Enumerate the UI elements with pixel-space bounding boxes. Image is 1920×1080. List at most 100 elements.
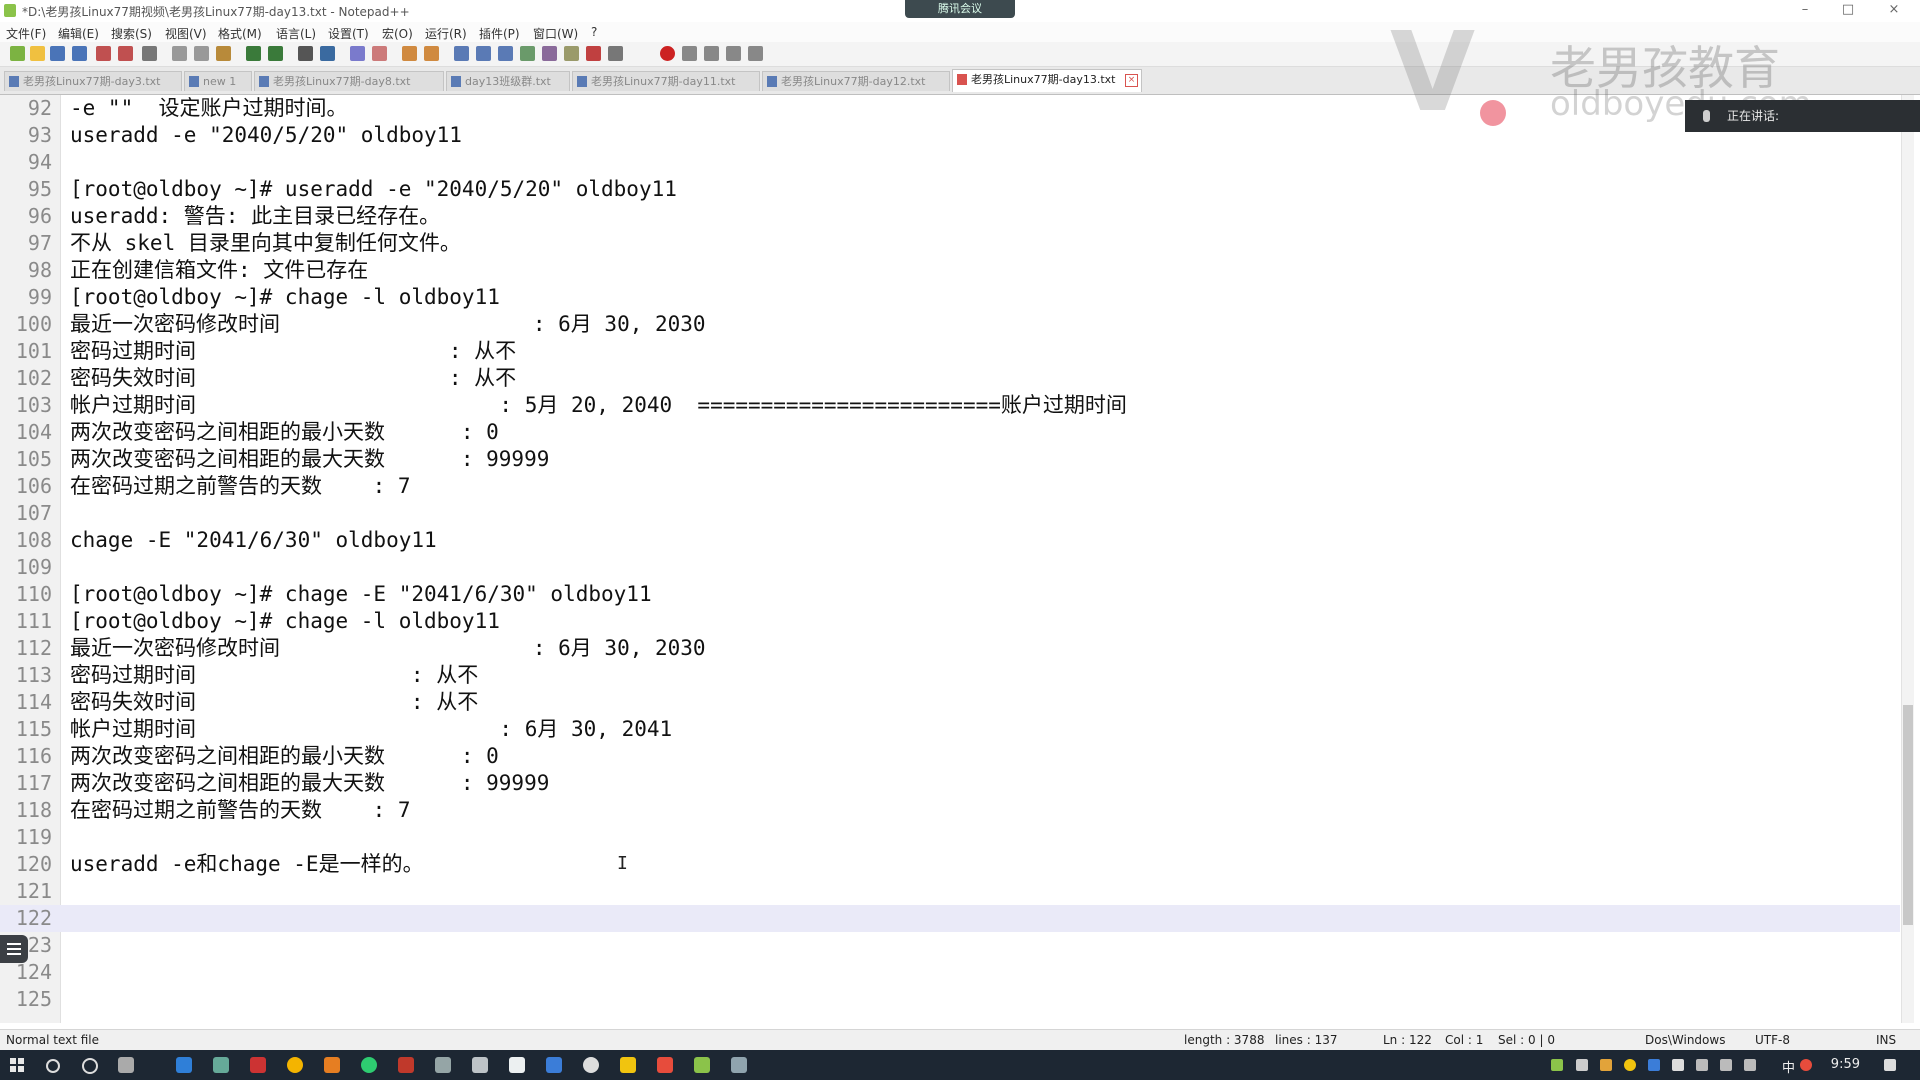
tab-class-group[interactable]: day13班级群.txt xyxy=(446,71,570,91)
code-line[interactable]: 95 [root@oldboy ~]# useradd -e "2040/5/20… xyxy=(0,176,1900,203)
function-list-icon[interactable] xyxy=(542,46,557,61)
document-map-icon[interactable] xyxy=(520,46,535,61)
menu-view[interactable]: 视图(V) xyxy=(165,25,207,42)
stop-macro-icon[interactable] xyxy=(682,46,697,61)
xmind-icon[interactable] xyxy=(657,1057,673,1073)
notification-center-icon[interactable] xyxy=(1884,1059,1896,1071)
maximize-button[interactable]: □ xyxy=(1838,2,1858,17)
menu-help[interactable]: ? xyxy=(591,25,597,39)
tab-day3[interactable]: 老男孩Linux77期-day3.txt xyxy=(4,71,182,91)
undo-icon[interactable] xyxy=(246,46,261,61)
cortana-icon[interactable] xyxy=(82,1058,98,1074)
code-line[interactable]: 120 useradd -e和chage -E是一样的。 xyxy=(0,851,1900,878)
tray-icon-1[interactable] xyxy=(1551,1059,1563,1071)
code-line[interactable]: 115 帐户过期时间 : 6月 30, 2041 xyxy=(0,716,1900,743)
eye-icon[interactable] xyxy=(608,46,623,61)
code-line[interactable]: 123 xyxy=(0,932,1900,959)
zoom-in-icon[interactable] xyxy=(350,46,365,61)
tab-day13[interactable]: 老男孩Linux77期-day13.txt × xyxy=(952,69,1142,92)
code-line[interactable]: 106 在密码过期之前警告的天数 : 7 xyxy=(0,473,1900,500)
app-icon-8[interactable] xyxy=(435,1057,451,1073)
code-line[interactable]: 121 xyxy=(0,878,1900,905)
tray-mic-icon[interactable] xyxy=(1672,1059,1684,1071)
find-icon[interactable] xyxy=(298,46,313,61)
code-line[interactable]: 102 密码失效时间 : 从不 xyxy=(0,365,1900,392)
code-line[interactable]: 104 两次改变密码之间相距的最小天数 : 0 xyxy=(0,419,1900,446)
code-line[interactable]: 96 useradd: 警告: 此主目录已经存在。 xyxy=(0,203,1900,230)
cut-icon[interactable] xyxy=(172,46,187,61)
wechat-icon[interactable] xyxy=(361,1057,377,1073)
menu-macro[interactable]: 宏(O) xyxy=(382,25,413,42)
code-line[interactable]: 94 xyxy=(0,149,1900,176)
app-icon-11[interactable] xyxy=(546,1057,562,1073)
volume-icon[interactable] xyxy=(1744,1059,1756,1071)
menu-edit[interactable]: 编辑(E) xyxy=(58,25,99,42)
app-icon-9[interactable] xyxy=(472,1057,488,1073)
network-icon[interactable] xyxy=(1720,1059,1732,1071)
document-list-icon[interactable] xyxy=(0,935,28,963)
app-icon-3[interactable] xyxy=(250,1057,266,1073)
task-view-icon[interactable] xyxy=(118,1057,134,1073)
code-line[interactable]: 116 两次改变密码之间相距的最小天数 : 0 xyxy=(0,743,1900,770)
code-line[interactable]: 98 正在创建信箱文件: 文件已存在 xyxy=(0,257,1900,284)
code-line[interactable]: 125 xyxy=(0,986,1900,1013)
code-line[interactable]: 92 -e "" 设定账户过期时间。 xyxy=(0,95,1900,122)
word-wrap-icon[interactable] xyxy=(454,46,469,61)
code-line[interactable]: 93 useradd -e "2040/5/20" oldboy11 xyxy=(0,122,1900,149)
scrollbar-thumb[interactable] xyxy=(1903,705,1913,925)
save-icon[interactable] xyxy=(50,46,65,61)
code-line[interactable]: 101 密码过期时间 : 从不 xyxy=(0,338,1900,365)
meeting-app-icon[interactable] xyxy=(176,1057,192,1073)
tab-close-icon[interactable]: × xyxy=(1125,74,1138,87)
code-line[interactable]: 109 xyxy=(0,554,1900,581)
search-icon[interactable] xyxy=(46,1059,60,1073)
close-file-icon[interactable] xyxy=(96,46,111,61)
ime-indicator[interactable]: 中 xyxy=(1782,1057,1795,1076)
app-icon-10[interactable] xyxy=(509,1057,525,1073)
code-line[interactable]: 97 不从 skel 目录里向其中复制任何文件。 xyxy=(0,230,1900,257)
chrome-icon[interactable] xyxy=(287,1057,303,1073)
menu-run[interactable]: 运行(R) xyxy=(425,25,467,42)
menu-settings[interactable]: 设置(T) xyxy=(328,25,369,42)
editor[interactable]: 92 -e "" 设定账户过期时间。 93 useradd -e "2040/5/20… xyxy=(0,95,1920,1023)
app-icon-12[interactable] xyxy=(583,1057,599,1073)
tray-icon-4[interactable] xyxy=(1648,1059,1660,1071)
app-icon-5[interactable] xyxy=(324,1057,340,1073)
tray-icon-2[interactable] xyxy=(1600,1059,1612,1071)
meeting-status-pill[interactable]: 腾讯会议 xyxy=(905,0,1015,18)
code-line[interactable]: 113 密码过期时间 : 从不 xyxy=(0,662,1900,689)
save-macro-icon[interactable] xyxy=(748,46,763,61)
app-icon-16[interactable] xyxy=(731,1057,747,1073)
zoom-out-icon[interactable] xyxy=(372,46,387,61)
code-line[interactable]: 118 在密码过期之前警告的天数 : 7 xyxy=(0,797,1900,824)
folder-workspace-icon[interactable] xyxy=(564,46,579,61)
windows-start-icon[interactable] xyxy=(10,1058,24,1072)
code-line[interactable]: 114 密码失效时间 : 从不 xyxy=(0,689,1900,716)
status-encoding[interactable]: UTF-8 xyxy=(1755,1033,1790,1047)
copy-icon[interactable] xyxy=(194,46,209,61)
sync-vertical-icon[interactable] xyxy=(402,46,417,61)
clock[interactable]: 9:59 xyxy=(1831,1057,1860,1072)
menu-search[interactable]: 搜索(S) xyxy=(111,25,152,42)
replace-icon[interactable] xyxy=(320,46,335,61)
code-line[interactable]: 124 xyxy=(0,959,1900,986)
tab-day12[interactable]: 老男孩Linux77期-day12.txt xyxy=(762,71,950,91)
menu-window[interactable]: 窗口(W) xyxy=(533,25,578,42)
menu-plugins[interactable]: 插件(P) xyxy=(479,25,520,42)
current-line[interactable]: 122 xyxy=(0,905,1900,932)
show-all-chars-icon[interactable] xyxy=(476,46,491,61)
tab-day11[interactable]: 老男孩Linux77期-day11.txt xyxy=(572,71,760,91)
tray-chevron-icon[interactable] xyxy=(1576,1059,1588,1071)
run-macro-multiple-icon[interactable] xyxy=(726,46,741,61)
tray-icon-security[interactable] xyxy=(1800,1059,1812,1071)
minimize-button[interactable]: – xyxy=(1795,2,1815,17)
close-button[interactable]: × xyxy=(1884,2,1904,17)
paste-icon[interactable] xyxy=(216,46,231,61)
code-line[interactable]: 112 最近一次密码修改时间 : 6月 30, 2030 xyxy=(0,635,1900,662)
menu-format[interactable]: 格式(M) xyxy=(218,25,262,42)
close-all-icon[interactable] xyxy=(118,46,133,61)
code-line[interactable]: 108 chage -E "2041/6/30" oldboy11 xyxy=(0,527,1900,554)
app-icon-7[interactable] xyxy=(398,1057,414,1073)
file-explorer-icon[interactable] xyxy=(620,1057,636,1073)
app-icon-2[interactable] xyxy=(213,1057,229,1073)
